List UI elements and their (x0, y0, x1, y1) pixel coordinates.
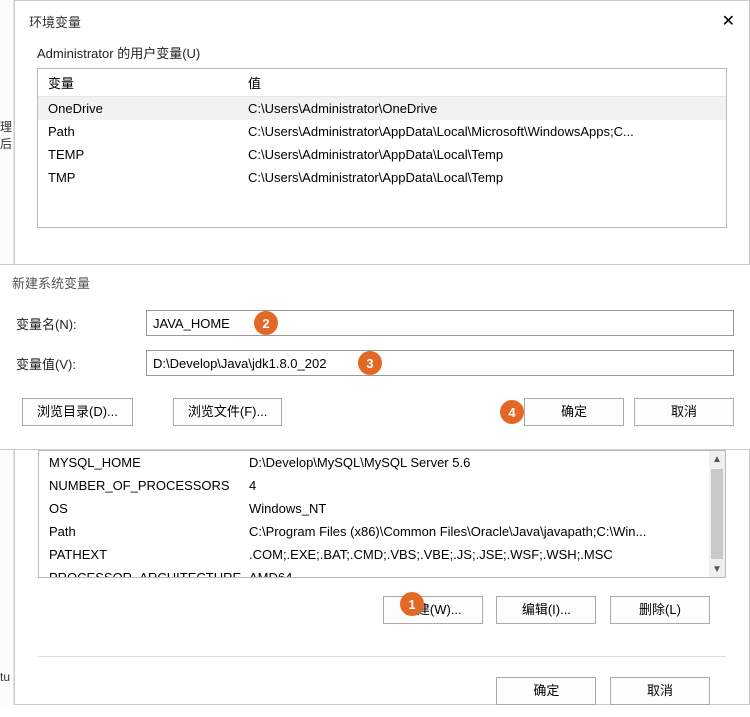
user-vars-table[interactable]: 变量 值 OneDrive C:\Users\Administrator\One… (37, 68, 727, 228)
close-icon[interactable]: ✕ (722, 11, 735, 31)
env-dialog-lower: MYSQL_HOME D:\Develop\MySQL\MySQL Server… (14, 450, 750, 717)
ok-button[interactable]: 确定 (496, 677, 596, 705)
table-row[interactable]: TMP C:\Users\Administrator\AppData\Local… (38, 166, 726, 189)
dialog-titlebar: 环境变量 ✕ (15, 1, 749, 37)
var-value: Windows_NT (239, 497, 725, 520)
table-row[interactable]: TEMP C:\Users\Administrator\AppData\Loca… (38, 143, 726, 166)
var-value: .COM;.EXE;.BAT;.CMD;.VBS;.VBE;.JS;.JSE;.… (239, 543, 725, 566)
sys-vars-button-row: 1 新建(W)... 编辑(I)... 删除(L) (38, 590, 726, 636)
var-name: TMP (38, 166, 238, 189)
var-value: C:\Users\Administrator\AppData\Local\Tem… (238, 143, 726, 166)
table-header: 变量 值 (38, 69, 726, 97)
table-row[interactable]: PATHEXT .COM;.EXE;.BAT;.CMD;.VBS;.VBE;.J… (39, 543, 725, 566)
delete-button[interactable]: 删除(L) (610, 596, 710, 624)
var-value: 4 (239, 474, 725, 497)
var-name: OneDrive (38, 97, 238, 120)
table-row[interactable]: OS Windows_NT (39, 497, 725, 520)
var-value: D:\Develop\MySQL\MySQL Server 5.6 (239, 451, 725, 474)
new-sys-var-dialog: 新建系统变量 变量名(N): 2 变量值(V): 3 浏览目录(D)... 浏览… (0, 264, 750, 450)
table-row[interactable]: OneDrive C:\Users\Administrator\OneDrive (38, 97, 726, 120)
var-value: C:\Users\Administrator\OneDrive (238, 97, 726, 120)
var-name-row: 变量名(N): 2 (16, 310, 734, 336)
var-name: NUMBER_OF_PROCESSORS (39, 474, 239, 497)
var-value-label: 变量值(V): (16, 354, 146, 373)
var-value: AMD64 (239, 566, 725, 578)
table-row[interactable]: MYSQL_HOME D:\Develop\MySQL\MySQL Server… (39, 451, 725, 474)
dialog-footer-buttons: 确定 取消 (38, 671, 726, 717)
col-header-var[interactable]: 变量 (38, 69, 238, 96)
table-row[interactable]: Path C:\Users\Administrator\AppData\Loca… (38, 120, 726, 143)
var-name: MYSQL_HOME (39, 451, 239, 474)
var-value: C:\Program Files (x86)\Common Files\Orac… (239, 520, 725, 543)
cancel-button[interactable]: 取消 (634, 398, 734, 426)
col-header-val[interactable]: 值 (238, 69, 726, 96)
var-value-input[interactable] (146, 350, 734, 376)
var-name-input[interactable] (146, 310, 734, 336)
scroll-thumb[interactable] (711, 469, 723, 559)
scroll-down-icon[interactable]: ▼ (709, 561, 725, 577)
var-name-label: 变量名(N): (16, 314, 146, 333)
dialog-button-row: 浏览目录(D)... 浏览文件(F)... 4 确定 取消 (0, 390, 750, 438)
user-vars-label: Administrator 的用户变量(U) (15, 37, 749, 66)
table-row[interactable]: PROCESSOR_ARCHITECTURE AMD64 (39, 566, 725, 578)
scrollbar-vertical[interactable]: ▲ ▼ (709, 451, 725, 577)
table-row[interactable]: Path C:\Program Files (x86)\Common Files… (39, 520, 725, 543)
dialog-title: 新建系统变量 (0, 265, 750, 296)
var-name: OS (39, 497, 239, 520)
var-name: Path (38, 120, 238, 143)
bg-text: tu (0, 670, 10, 684)
var-value: C:\Users\Administrator\AppData\Local\Tem… (238, 166, 726, 189)
dialog-title: 环境变量 (29, 12, 81, 31)
browse-file-button[interactable]: 浏览文件(F)... (173, 398, 282, 426)
cancel-button[interactable]: 取消 (610, 677, 710, 705)
table-row[interactable]: NUMBER_OF_PROCESSORS 4 (39, 474, 725, 497)
var-value: C:\Users\Administrator\AppData\Local\Mic… (238, 120, 726, 143)
scroll-up-icon[interactable]: ▲ (709, 451, 725, 467)
bg-text: 理后 (0, 118, 13, 152)
ok-button[interactable]: 确定 (524, 398, 624, 426)
var-name: Path (39, 520, 239, 543)
system-vars-table[interactable]: MYSQL_HOME D:\Develop\MySQL\MySQL Server… (38, 450, 726, 578)
var-name: PATHEXT (39, 543, 239, 566)
browse-dir-button[interactable]: 浏览目录(D)... (22, 398, 133, 426)
var-name: TEMP (38, 143, 238, 166)
var-value-row: 变量值(V): 3 (16, 350, 734, 376)
edit-button[interactable]: 编辑(I)... (496, 596, 596, 624)
new-button[interactable]: 新建(W)... (383, 596, 483, 624)
var-name: PROCESSOR_ARCHITECTURE (39, 566, 239, 578)
